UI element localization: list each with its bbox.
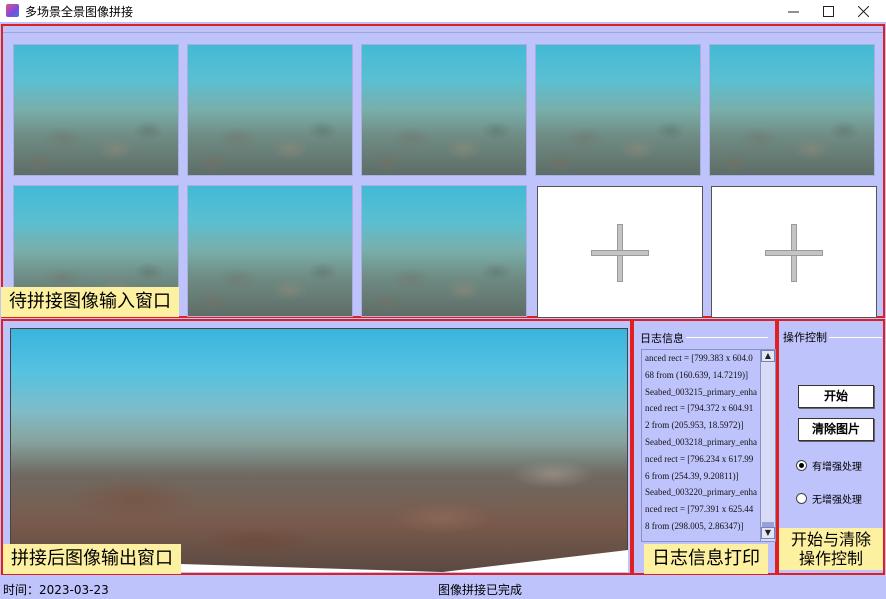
input-image-tile-4[interactable] [535,44,701,176]
log-panel-label: 日志信息打印 [644,544,768,574]
control-panel-label: 开始与清除 操作控制 [779,528,883,570]
output-panel-label: 拼接后图像输出窗口 [3,544,181,574]
control-group-title: 操作控制 [783,331,827,344]
input-image-tile-5[interactable] [709,44,875,176]
window-title: 多场景全景图像拼接 [25,5,134,19]
add-image-slot-2[interactable] [711,186,877,318]
radio-no-enhance-label: 无增强处理 [812,495,862,506]
panel-divider [3,32,883,33]
title-bar: 多场景全景图像拼接 [0,0,886,22]
add-image-slot-1[interactable] [537,186,703,318]
status-time: 时间：2023-03-23 [3,583,109,597]
control-label-line-1: 开始与清除 [790,530,871,549]
log-group-title: 日志信息 [640,332,684,345]
close-button[interactable] [840,0,886,22]
plus-icon [591,250,649,256]
log-textbox[interactable]: anced rect = [799.383 x 604.068 from (16… [641,349,776,542]
log-scrollbar[interactable]: ▲ ▼ [760,350,775,541]
radio-selected-icon[interactable] [796,460,807,471]
start-button[interactable]: 开始 [798,385,874,408]
scroll-up-icon[interactable]: ▲ [761,350,775,362]
radio-unselected-icon[interactable] [796,493,807,504]
group-line [686,337,768,338]
input-panel-label: 待拼接图像输入窗口 [1,287,179,317]
radio-no-enhance[interactable]: 无增强处理 [796,491,862,506]
app-icon [6,4,19,17]
input-image-tile-8[interactable] [361,185,527,317]
maximize-icon [822,5,834,17]
input-image-tile-3[interactable] [361,44,527,176]
control-label-line-2: 操作控制 [798,549,863,568]
radio-enhance[interactable]: 有增强处理 [796,458,862,473]
status-bar: 时间：2023-03-23 图像拼接已完成 [0,578,886,599]
status-message: 图像拼接已完成 [438,583,523,597]
plus-icon [765,250,823,256]
scroll-down-icon[interactable]: ▼ [761,527,775,539]
radio-enhance-label: 有增强处理 [812,462,862,473]
input-image-tile-1[interactable] [13,44,179,176]
input-image-tile-7[interactable] [187,185,353,317]
close-icon [857,5,869,17]
group-line [829,337,882,338]
clear-images-button[interactable]: 清除图片 [798,418,874,441]
input-image-tile-2[interactable] [187,44,353,176]
stitched-panorama-image [10,328,628,572]
minimize-icon [787,11,799,12]
log-text: anced rect = [799.383 x 604.068 from (16… [645,353,757,531]
